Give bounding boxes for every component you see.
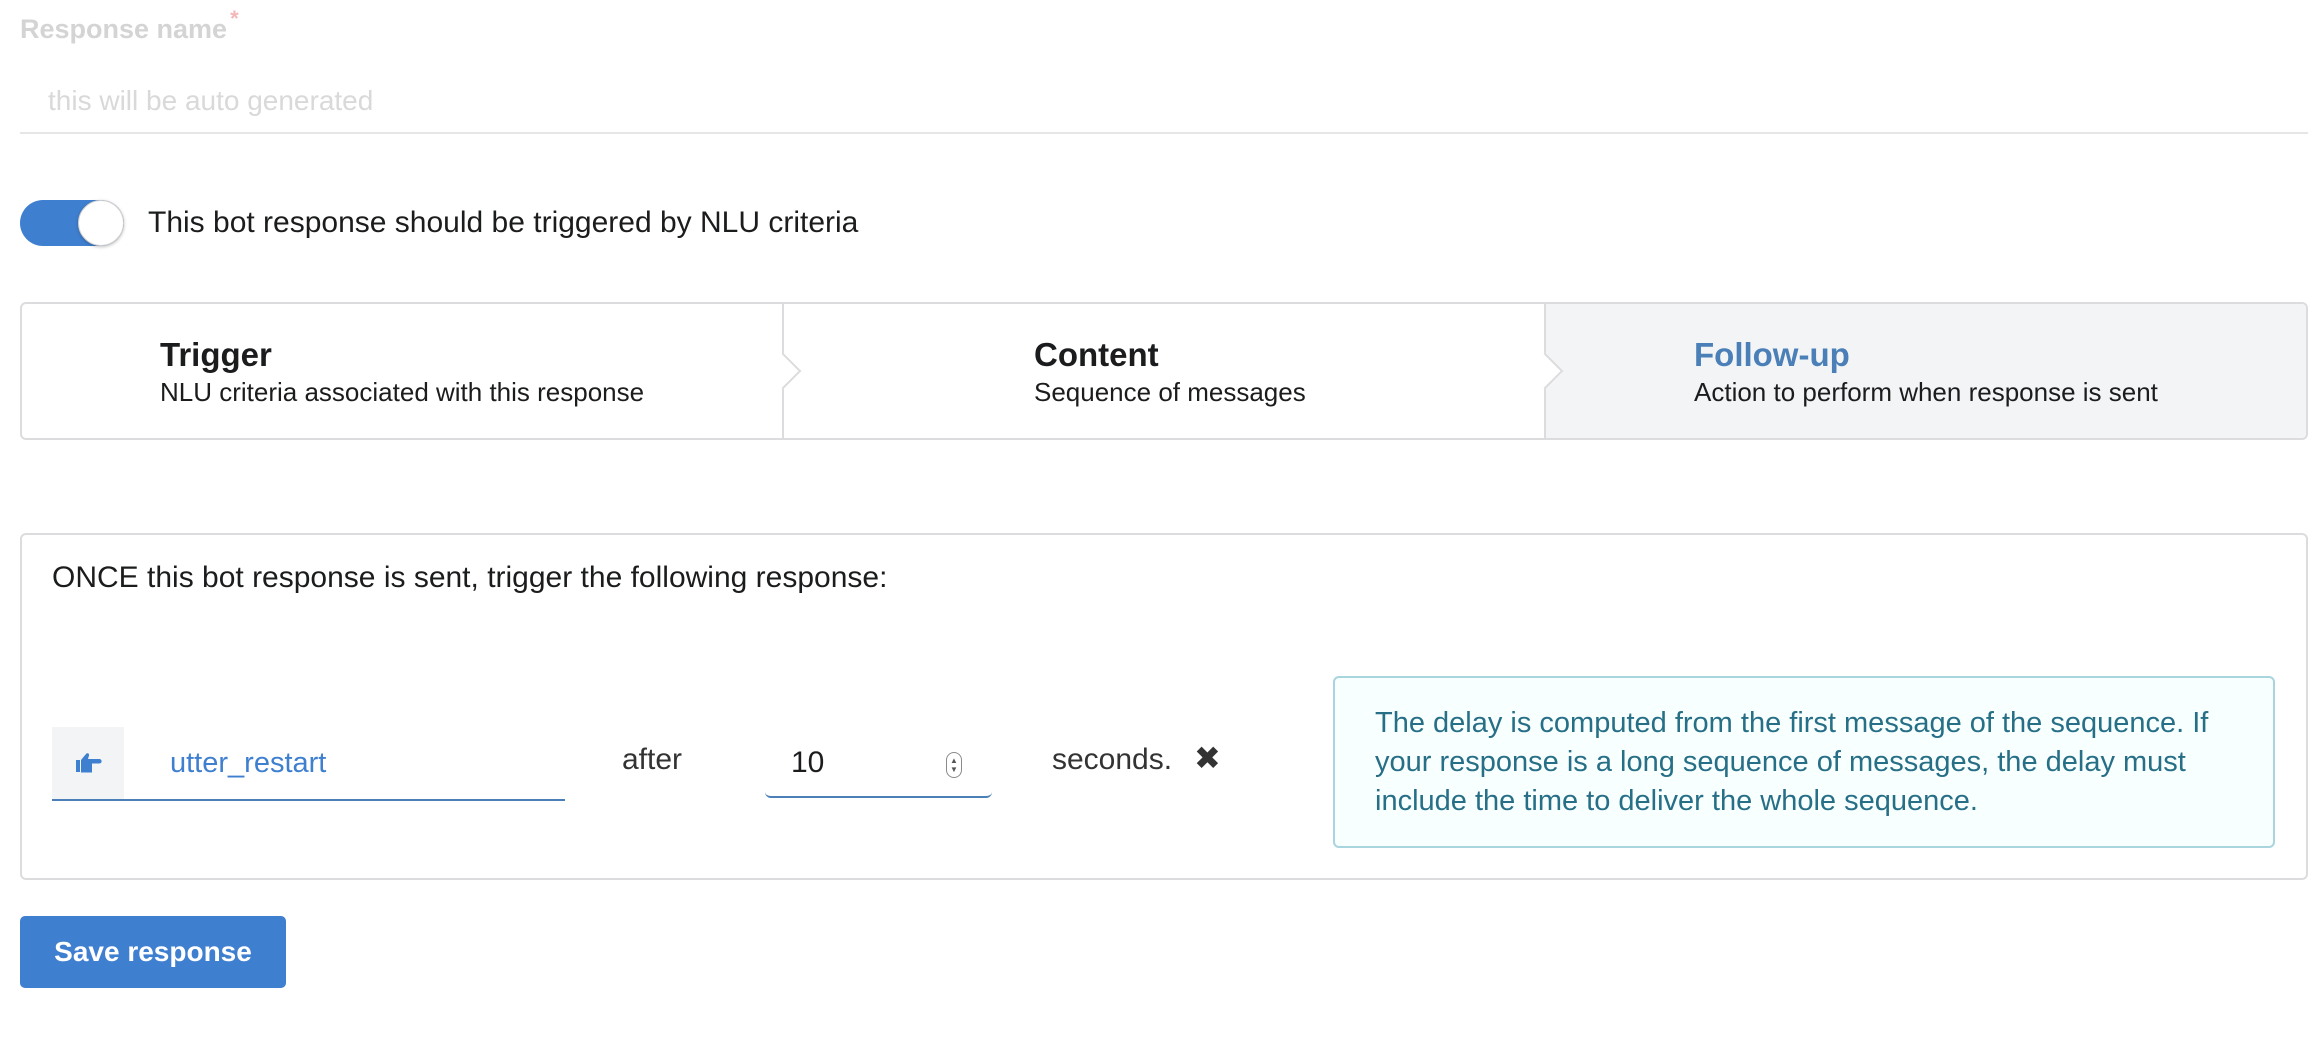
step-title: Trigger bbox=[160, 335, 272, 373]
response-name-label: Response name * bbox=[20, 6, 239, 45]
bot-response-editor: Response name* This bot response should … bbox=[0, 0, 2314, 1060]
close-icon[interactable]: ✖ bbox=[1194, 739, 1221, 777]
step-tabs: Trigger NLU criteria associated with thi… bbox=[20, 302, 2308, 440]
number-spinner-icon[interactable]: ▲ ▼ bbox=[946, 752, 962, 778]
nlu-criteria-toggle[interactable] bbox=[20, 200, 124, 246]
step-description: Action to perform when response is sent bbox=[1694, 376, 2158, 407]
response-name-label-text: Response name bbox=[20, 14, 228, 44]
save-response-button[interactable]: Save response bbox=[20, 916, 286, 988]
follow-up-heading: ONCE this bot response is sent, trigger … bbox=[52, 561, 888, 594]
hand-pointing-right-icon bbox=[52, 727, 124, 799]
toggle-knob bbox=[78, 200, 124, 246]
delay-value: 10 bbox=[791, 746, 825, 779]
seconds-label: seconds. bbox=[1052, 743, 1173, 776]
step-title: Content bbox=[1034, 335, 1159, 373]
delay-info-message: The delay is computed from the first mes… bbox=[1333, 676, 2275, 848]
step-description: NLU criteria associated with this respon… bbox=[160, 376, 645, 407]
step-description: Sequence of messages bbox=[1034, 376, 1306, 407]
step-follow-up[interactable]: Follow-up Action to perform when respons… bbox=[1544, 304, 2306, 438]
required-marker: * bbox=[230, 6, 239, 31]
follow-up-response-selector[interactable]: utter_restart bbox=[52, 727, 565, 801]
step-trigger[interactable]: Trigger NLU criteria associated with thi… bbox=[22, 304, 802, 438]
nlu-criteria-toggle-label: This bot response should be triggered by… bbox=[148, 206, 859, 239]
after-label: after bbox=[622, 743, 683, 776]
response-name-input[interactable] bbox=[20, 70, 2308, 134]
step-content[interactable]: Content Sequence of messages bbox=[782, 304, 1564, 438]
delay-seconds-input[interactable]: 10 ▲ ▼ bbox=[765, 730, 992, 798]
follow-up-response-value: utter_restart bbox=[170, 747, 327, 779]
follow-up-panel: ONCE this bot response is sent, trigger … bbox=[20, 533, 2308, 880]
step-title: Follow-up bbox=[1694, 335, 1850, 373]
